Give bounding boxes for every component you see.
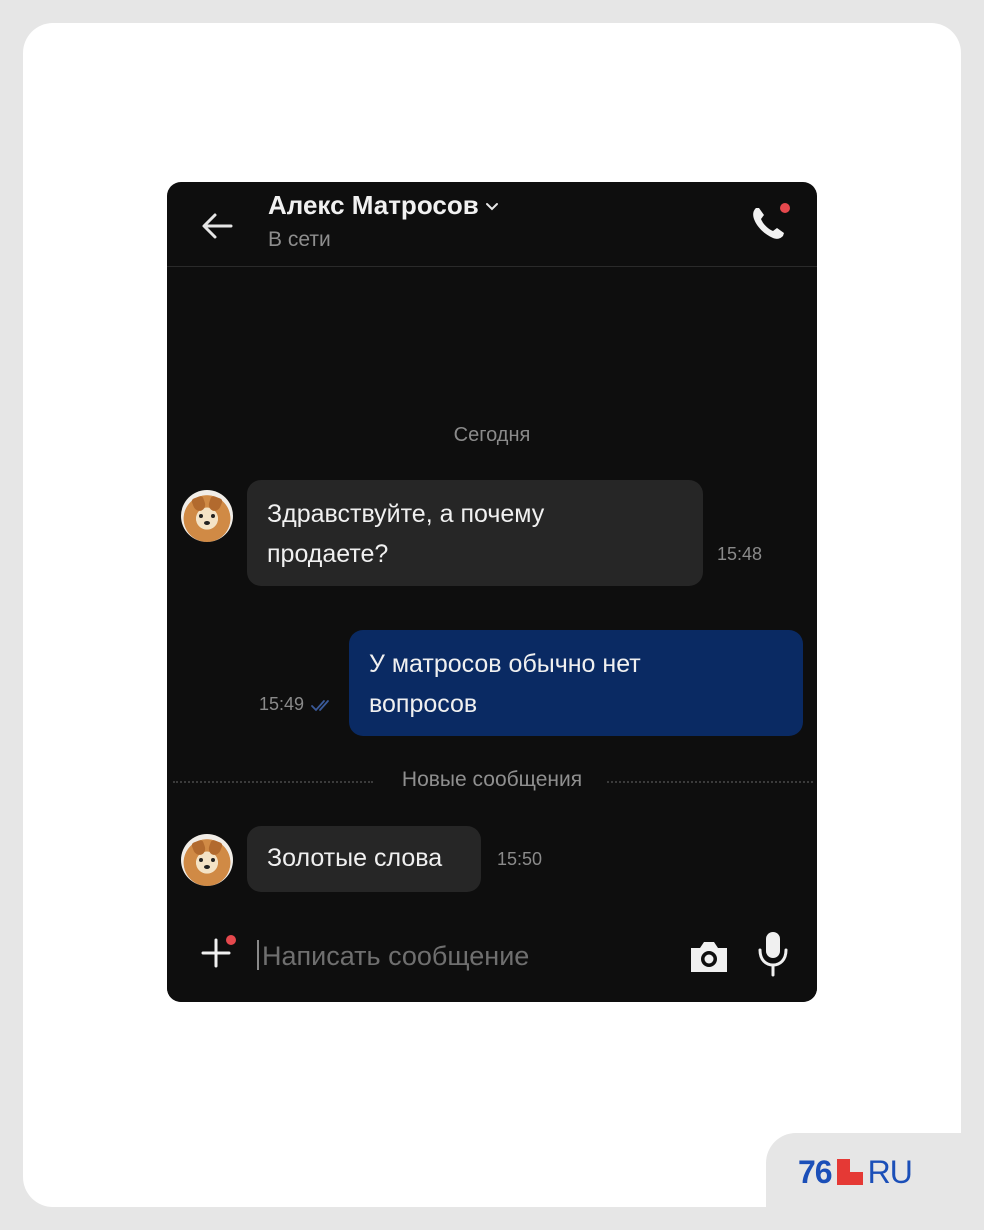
messenger-screen: Алекс Матросов В сети Сегодня Здравствуй… <box>167 182 817 1002</box>
contact-name[interactable]: Алекс Матросов <box>268 190 499 221</box>
date-separator: Сегодня <box>453 424 531 446</box>
message-time: 15:50 <box>497 849 543 869</box>
back-arrow-icon[interactable] <box>197 206 237 246</box>
plus-icon[interactable] <box>199 934 237 972</box>
message-bubble-outgoing[interactable]: У матросов обычно нет вопросов <box>349 630 803 736</box>
new-messages-separator: Новые сообщения <box>167 768 817 794</box>
double-check-icon <box>311 700 329 712</box>
avatar[interactable] <box>181 834 233 886</box>
microphone-icon[interactable] <box>755 930 791 978</box>
message-time-outgoing: 15:49 <box>259 694 334 715</box>
chevron-down-icon <box>485 203 498 211</box>
text-cursor <box>257 940 259 970</box>
contact-status: В сети <box>268 228 331 251</box>
logo-mark-icon <box>836 1159 863 1185</box>
avatar[interactable] <box>181 490 233 542</box>
message-bubble-incoming[interactable]: Здравствуйте, а почему продаете? <box>247 480 703 586</box>
phone-call-icon[interactable] <box>747 200 793 246</box>
chat-header: Алекс Матросов В сети <box>167 182 817 267</box>
camera-icon[interactable] <box>687 936 731 976</box>
message-bubble-incoming[interactable]: Золотые слова <box>247 826 481 892</box>
site-logo: 76 RU <box>798 1153 913 1190</box>
message-input[interactable] <box>260 934 594 978</box>
message-composer <box>167 894 817 1002</box>
message-time: 15:48 <box>717 544 763 564</box>
